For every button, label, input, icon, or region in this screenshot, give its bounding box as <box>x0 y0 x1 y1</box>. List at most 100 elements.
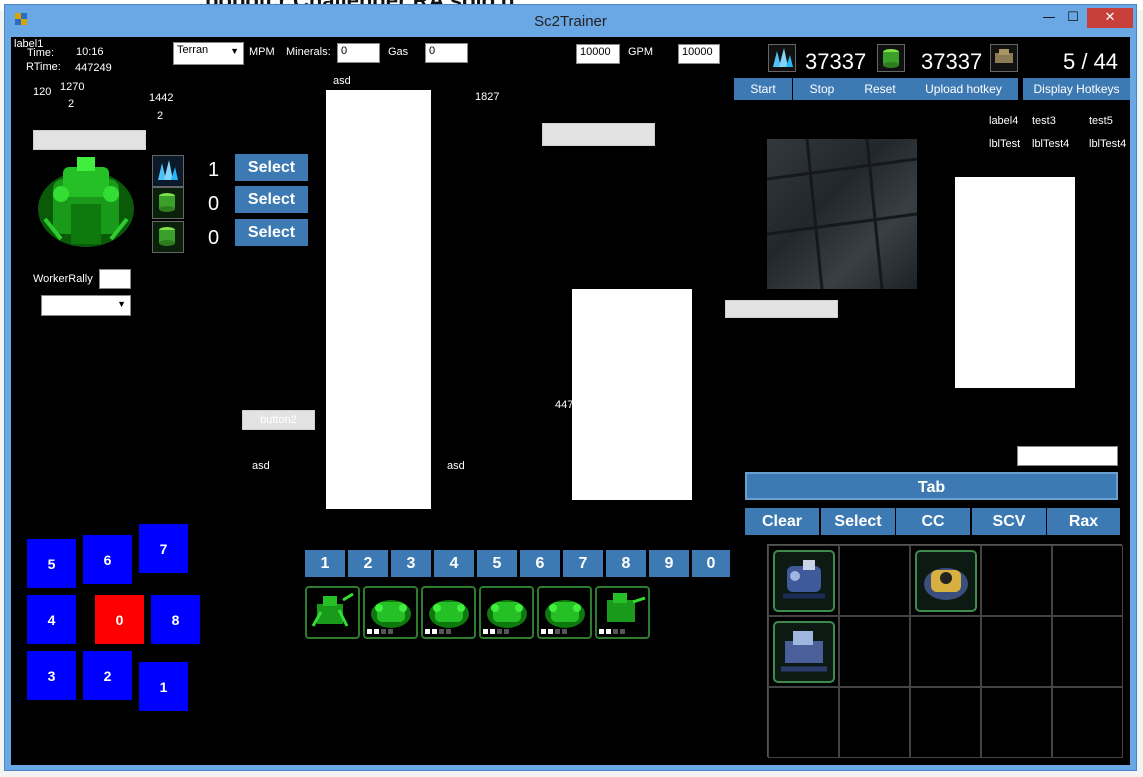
selected-unit-barracks[interactable] <box>305 586 360 639</box>
hotkey-square-7[interactable]: 7 <box>139 524 188 573</box>
rax-button[interactable]: Rax <box>1047 508 1120 535</box>
right-gray-bar <box>725 300 838 318</box>
grid-cell[interactable] <box>910 616 981 687</box>
grid-cell[interactable] <box>839 616 910 687</box>
time-label: Time: <box>27 47 55 59</box>
hotkey-square-4[interactable]: 4 <box>27 595 76 644</box>
button2[interactable]: button2 <box>242 410 315 430</box>
clear-button[interactable]: Clear <box>745 508 819 535</box>
worker-count-minerals: 1 <box>208 159 220 181</box>
race-select-value: Terran <box>177 44 209 56</box>
select-gas-2-button[interactable]: Select <box>235 219 308 246</box>
right-small-input[interactable] <box>1017 446 1118 466</box>
control-group-9[interactable]: 9 <box>649 550 689 577</box>
stat-2b: 2 <box>157 110 164 122</box>
grid-cell[interactable] <box>839 545 910 616</box>
stop-button[interactable]: Stop <box>793 78 851 100</box>
worker-rally-select[interactable]: ▼ <box>41 295 131 316</box>
grid-cell[interactable] <box>768 616 839 687</box>
upload-hotkey-button[interactable]: Upload hotkey <box>909 78 1018 100</box>
barracks-portrait-icon <box>773 621 835 683</box>
worker-rally-input[interactable] <box>99 269 131 289</box>
chevron-down-icon: ▼ <box>117 299 126 309</box>
hotkey-square-6[interactable]: 6 <box>83 535 132 584</box>
lbltest4-label-a: lblTest4 <box>1032 138 1070 150</box>
control-group-0[interactable]: 0 <box>692 550 730 577</box>
control-group-1[interactable]: 1 <box>305 550 345 577</box>
grid-cell[interactable] <box>1052 687 1123 758</box>
selected-unit-barracks-2[interactable] <box>595 586 650 639</box>
gpm-label: GPM <box>628 46 654 58</box>
white-panel-tall <box>326 90 431 509</box>
minerals-input[interactable]: 0 <box>337 43 380 63</box>
selected-unit-cc-1[interactable] <box>363 586 418 639</box>
start-button[interactable]: Start <box>734 78 792 100</box>
asd-top-label: asd <box>333 75 351 87</box>
terrain-tile-image <box>766 138 918 290</box>
stat-1442: 1442 <box>149 92 174 104</box>
gas-icon <box>877 44 905 72</box>
control-group-8[interactable]: 8 <box>606 550 646 577</box>
asd-right-label: asd <box>447 460 465 472</box>
select-minerals-button[interactable]: Select <box>235 154 308 181</box>
target-10000-input[interactable]: 10000 <box>576 44 620 64</box>
stat-447: 447 <box>555 399 574 411</box>
control-group-2[interactable]: 2 <box>348 550 388 577</box>
maximize-button[interactable]: ☐ <box>1063 8 1083 28</box>
hotkey-square-3[interactable]: 3 <box>27 651 76 700</box>
stat-2a: 2 <box>68 98 75 110</box>
gpm-10000-input[interactable]: 10000 <box>678 44 720 64</box>
rtime-value: 447249 <box>75 62 112 74</box>
close-button[interactable]: ✕ <box>1087 8 1133 28</box>
hotkey-square-0[interactable]: 0 <box>95 595 144 644</box>
control-group-5[interactable]: 5 <box>477 550 517 577</box>
client-area: label1 Time: 10:16 RTime: 447249 120 127… <box>11 37 1130 765</box>
grid-cell[interactable] <box>768 687 839 758</box>
grid-cell[interactable] <box>981 687 1052 758</box>
grid-cell[interactable] <box>1052 545 1123 616</box>
supply-icon <box>990 44 1018 72</box>
worker-mineral-icon <box>152 155 184 187</box>
worker-gas-icon-1 <box>152 187 184 219</box>
select-button[interactable]: Select <box>821 508 895 535</box>
control-group-4[interactable]: 4 <box>434 550 474 577</box>
selected-unit-cc-3[interactable] <box>479 586 534 639</box>
cc-button[interactable]: CC <box>896 508 970 535</box>
worker-rally-label: WorkerRally <box>33 273 93 285</box>
control-group-6[interactable]: 6 <box>520 550 560 577</box>
grid-cell[interactable] <box>768 545 839 616</box>
scv-button[interactable]: SCV <box>972 508 1046 535</box>
control-group-3[interactable]: 3 <box>391 550 431 577</box>
hotkey-square-5[interactable]: 5 <box>27 539 76 588</box>
grid-cell[interactable] <box>1052 616 1123 687</box>
time-value: 10:16 <box>76 46 104 58</box>
selected-unit-cc-4[interactable] <box>537 586 592 639</box>
control-group-7[interactable]: 7 <box>563 550 603 577</box>
race-select[interactable]: Terran ▼ <box>173 42 244 65</box>
command-center-portrait-icon <box>915 550 977 612</box>
gas-input[interactable]: 0 <box>425 43 468 63</box>
grid-cell[interactable] <box>981 545 1052 616</box>
minimize-button[interactable]: — <box>1039 8 1059 28</box>
app-window: Sc2Trainer — ☐ ✕ label1 Time: 10:16 RTim… <box>4 4 1137 771</box>
select-gas-1-button[interactable]: Select <box>235 186 308 213</box>
gas-label: Gas <box>388 46 409 58</box>
tab-button[interactable]: Tab <box>745 472 1118 500</box>
white-panel-right <box>955 177 1075 388</box>
grid-cell[interactable] <box>910 545 981 616</box>
stat-1270: 1270 <box>60 81 85 93</box>
selected-unit-cc-2[interactable] <box>421 586 476 639</box>
test5-label: test5 <box>1089 115 1113 127</box>
reset-button[interactable]: Reset <box>851 78 909 100</box>
hotkey-square-1[interactable]: 1 <box>139 662 188 711</box>
mpm-label: MPM <box>249 46 275 58</box>
display-hotkeys-button[interactable]: Display Hotkeys <box>1023 78 1130 100</box>
grid-cell[interactable] <box>981 616 1052 687</box>
test3-label: test3 <box>1032 115 1056 127</box>
grid-cell[interactable] <box>839 687 910 758</box>
chevron-down-icon: ▼ <box>230 46 239 56</box>
hotkey-square-2[interactable]: 2 <box>83 651 132 700</box>
grid-cell[interactable] <box>910 687 981 758</box>
stat-120: 120 <box>33 86 52 98</box>
hotkey-square-8[interactable]: 8 <box>151 595 200 644</box>
